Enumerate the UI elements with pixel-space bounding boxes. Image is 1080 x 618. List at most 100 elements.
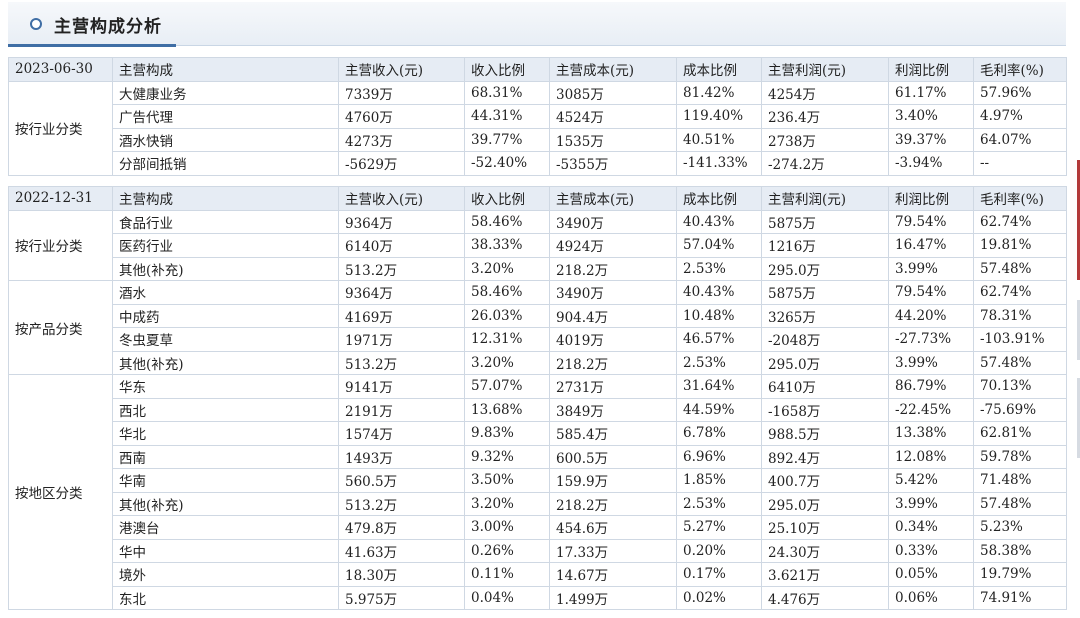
cell-profit: 1216万 bbox=[761, 233, 889, 258]
cell-cost-ratio: 5.27% bbox=[676, 515, 762, 540]
cell-segment-name: 其他(补充) bbox=[112, 350, 339, 375]
cell-profit-ratio: 0.33% bbox=[888, 538, 974, 563]
cell-cost: 600.5万 bbox=[549, 444, 677, 469]
cell-segment-name: 大健康业务 bbox=[112, 80, 339, 105]
cell-profit: 400.7万 bbox=[761, 468, 889, 493]
cell-cost: 2731万 bbox=[549, 374, 677, 399]
group-label-cell: 按行业分类 bbox=[8, 80, 113, 176]
cell-revenue-ratio: 0.26% bbox=[464, 538, 550, 563]
cell-cost: 4019万 bbox=[549, 327, 677, 352]
cell-segment-name: 华北 bbox=[112, 421, 339, 446]
cell-segment-name: 华东 bbox=[112, 374, 339, 399]
cell-revenue: 513.2万 bbox=[338, 256, 465, 281]
table-row: 按产品分类 酒水 9364万 58.46% 3490万 40.43% 5875万 79.54%… bbox=[8, 280, 1067, 375]
table-row: 西北 2191万 13.68% 3849万 44.59% -1658万 -22.45% -75… bbox=[9, 397, 1067, 422]
cell-revenue-ratio: 9.32% bbox=[464, 444, 550, 469]
cell-cost-ratio: 0.02% bbox=[676, 585, 762, 610]
cell-cost-ratio: 40.43% bbox=[676, 280, 762, 305]
table-row: 华中 41.63万 0.26% 17.33万 0.20% 24.30万 0.33% 58.38… bbox=[9, 538, 1067, 563]
cell-gross-margin: 70.13% bbox=[973, 374, 1067, 399]
cell-cost: 454.6万 bbox=[549, 515, 677, 540]
table-row: 港澳台 479.8万 3.00% 454.6万 5.27% 25.10万 0.34% 5.23… bbox=[9, 515, 1067, 540]
cell-profit-ratio: 44.20% bbox=[888, 303, 974, 328]
cell-profit-ratio: 61.17% bbox=[888, 80, 974, 105]
cell-cost-ratio: 10.48% bbox=[676, 303, 762, 328]
table-row: 医药行业 6140万 38.33% 4924万 57.04% 1216万 16.47% 19.… bbox=[9, 233, 1067, 258]
cell-revenue: 7339万 bbox=[338, 80, 465, 105]
cell-gross-margin: 71.48% bbox=[973, 468, 1067, 493]
cell-cost-ratio: 6.78% bbox=[676, 421, 762, 446]
cell-revenue-ratio: 3.20% bbox=[464, 256, 550, 281]
circle-bullet-icon bbox=[30, 18, 42, 30]
cell-gross-margin: 62.81% bbox=[973, 421, 1067, 446]
table-row: 中成药 4169万 26.03% 904.4万 10.48% 3265万 44.20% 78.… bbox=[9, 303, 1067, 328]
cell-profit-ratio: 3.40% bbox=[888, 104, 974, 129]
column-header-cost-ratio: 成本比例 bbox=[676, 57, 762, 82]
table-row: 广告代理 4760万 44.31% 4524万 119.40% 236.4万 3.40% 4.… bbox=[9, 104, 1067, 129]
cell-profit: 295.0万 bbox=[761, 350, 889, 375]
cell-gross-margin: 57.48% bbox=[973, 350, 1067, 375]
cell-revenue: 1971万 bbox=[338, 327, 465, 352]
table-row: 华北 1574万 9.83% 585.4万 6.78% 988.5万 13.38% 62.81… bbox=[9, 421, 1067, 446]
cell-profit: 988.5万 bbox=[761, 421, 889, 446]
group-label-cell: 按产品分类 bbox=[8, 280, 113, 375]
cell-revenue: 9141万 bbox=[338, 374, 465, 399]
page-title: 主营构成分析 bbox=[54, 17, 162, 37]
cell-gross-margin: 59.78% bbox=[973, 444, 1067, 469]
cell-segment-name: 东北 bbox=[112, 585, 339, 610]
cell-segment-name: 其他(补充) bbox=[112, 491, 339, 516]
cell-segment-name: 医药行业 bbox=[112, 233, 339, 258]
cell-revenue-ratio: -52.40% bbox=[464, 151, 550, 176]
cell-segment-name: 食品行业 bbox=[112, 209, 339, 234]
column-header-profit-ratio: 利润比例 bbox=[888, 186, 974, 211]
cell-profit: -274.2万 bbox=[761, 151, 889, 176]
cell-cost-ratio: 0.20% bbox=[676, 538, 762, 563]
cell-revenue-ratio: 38.33% bbox=[464, 233, 550, 258]
cell-profit-ratio: 0.06% bbox=[888, 585, 974, 610]
cell-gross-margin: -75.69% bbox=[973, 397, 1067, 422]
cell-profit-ratio: -27.73% bbox=[888, 327, 974, 352]
cell-cost: 904.4万 bbox=[549, 303, 677, 328]
cell-profit-ratio: 39.37% bbox=[888, 127, 974, 152]
cell-revenue-ratio: 3.20% bbox=[464, 350, 550, 375]
cell-profit-ratio: -3.94% bbox=[888, 151, 974, 176]
cell-segment-name: 华南 bbox=[112, 468, 339, 493]
cell-revenue-ratio: 0.11% bbox=[464, 562, 550, 587]
cell-cost: 4524万 bbox=[549, 104, 677, 129]
cell-cost: 218.2万 bbox=[549, 491, 677, 516]
cell-cost-ratio: 0.17% bbox=[676, 562, 762, 587]
cell-cost: 218.2万 bbox=[549, 350, 677, 375]
cell-segment-name: 境外 bbox=[112, 562, 339, 587]
cell-revenue-ratio: 3.50% bbox=[464, 468, 550, 493]
cell-cost-ratio: 1.85% bbox=[676, 468, 762, 493]
cell-profit-ratio: -22.45% bbox=[888, 397, 974, 422]
cell-cost-ratio: 2.53% bbox=[676, 491, 762, 516]
cell-revenue: 4273万 bbox=[338, 127, 465, 152]
cell-cost: 218.2万 bbox=[549, 256, 677, 281]
cell-cost: -5355万 bbox=[549, 151, 677, 176]
cell-cost-ratio: 40.43% bbox=[676, 209, 762, 234]
composition-table-2023-06-30: 2023-06-30 主营构成 主营收入(元) 收入比例 主营成本(元) 成本比例 主营利润… bbox=[8, 57, 1067, 176]
cell-cost: 4924万 bbox=[549, 233, 677, 258]
column-header-cost: 主营成本(元) bbox=[549, 186, 677, 211]
cell-revenue-ratio: 68.31% bbox=[464, 80, 550, 105]
cell-gross-margin: 57.96% bbox=[973, 80, 1067, 105]
cell-gross-margin: -- bbox=[973, 151, 1067, 176]
table-header-row: 2023-06-30 主营构成 主营收入(元) 收入比例 主营成本(元) 成本比例 主营利润… bbox=[8, 57, 1067, 82]
table-row: 按行业分类 食品行业 9364万 58.46% 3490万 40.43% 5875万 79.5… bbox=[8, 209, 1067, 281]
cell-cost-ratio: 46.57% bbox=[676, 327, 762, 352]
cell-profit-ratio: 0.05% bbox=[888, 562, 974, 587]
cell-revenue-ratio: 3.00% bbox=[464, 515, 550, 540]
column-header-revenue: 主营收入(元) bbox=[338, 186, 465, 211]
cell-profit: 6410万 bbox=[761, 374, 889, 399]
cell-revenue-ratio: 44.31% bbox=[464, 104, 550, 129]
header-underline bbox=[8, 44, 176, 47]
cell-segment-name: 酒水 bbox=[112, 280, 339, 305]
cell-cost: 3085万 bbox=[549, 80, 677, 105]
cell-profit-ratio: 13.38% bbox=[888, 421, 974, 446]
cell-segment-name: 分部间抵销 bbox=[112, 151, 339, 176]
cell-revenue: 41.63万 bbox=[338, 538, 465, 563]
cell-profit: 892.4万 bbox=[761, 444, 889, 469]
cell-segment-name: 酒水快销 bbox=[112, 127, 339, 152]
composition-table-2022-12-31: 2022-12-31 主营构成 主营收入(元) 收入比例 主营成本(元) 成本比例 主营利润… bbox=[8, 186, 1067, 610]
